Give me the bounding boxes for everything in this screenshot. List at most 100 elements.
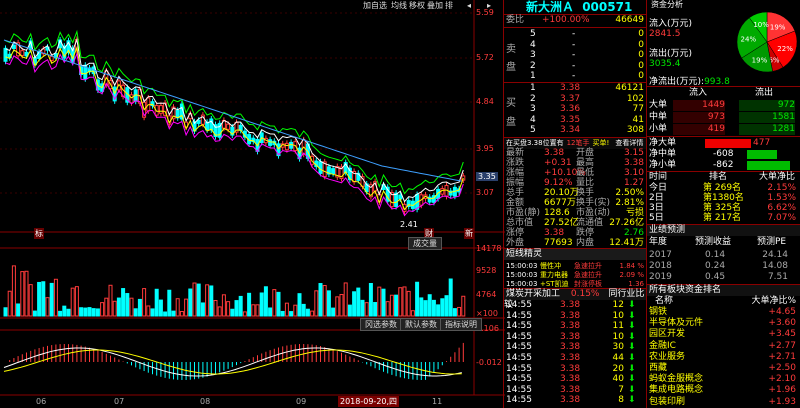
sector-name[interactable]: 蚂蚁金服概念: [649, 374, 703, 385]
forecast-year: 2018: [649, 261, 672, 271]
trade-time: 14:55: [506, 321, 532, 332]
stock-code: 000571: [582, 0, 633, 14]
indicator-button-2[interactable]: 指标说明: [440, 318, 482, 331]
sector-ratio: +3.60: [768, 318, 796, 329]
sell-price: -: [572, 29, 576, 39]
sell-level: 4: [530, 39, 536, 50]
price-tick: 5.72: [476, 53, 494, 62]
forecast-title: 业绩预测: [649, 225, 686, 235]
date-axis-label: 09: [296, 397, 307, 406]
inflow-value: 2841.5: [649, 29, 681, 39]
sec-row: 钢铁 +4.65: [647, 307, 800, 318]
buy-price: 3.34: [560, 125, 581, 135]
trade-price: 3.38: [560, 353, 581, 363]
buy-level: 5: [530, 125, 536, 135]
candlestick-chart[interactable]: [0, 0, 505, 408]
down-arrow-icon: ⬇: [628, 321, 636, 332]
buy-price: 3.35: [560, 114, 581, 125]
fc-row: 2019 0.45 7.51: [647, 272, 800, 283]
sell-price: -: [572, 60, 576, 71]
sector-ratio: +4.65: [768, 307, 796, 317]
buy-price: 3.36: [560, 104, 581, 114]
buy-volume: 46121: [615, 83, 644, 93]
trade-time: 14:55: [506, 342, 532, 353]
trade-volume: 20: [612, 363, 624, 374]
industry-tab[interactable]: 煤炭开采加工: [506, 289, 560, 299]
forecast-pe: 14.08: [762, 261, 788, 271]
sector-name[interactable]: 金融IC: [649, 341, 676, 352]
sec-row: 半导体及元件 +3.60: [647, 318, 800, 329]
trade-row: 14:55 3.38 11 ⬇: [504, 321, 646, 332]
flow-row: 中单 973 1581: [647, 112, 800, 123]
event-marker[interactable]: 新: [464, 228, 474, 239]
forecast-head-year: 年度: [649, 237, 668, 247]
flow-in-head: 流入: [689, 88, 708, 98]
volume-indicator-button[interactable]: 成交量: [408, 237, 442, 250]
sector-name[interactable]: 园区开发: [649, 329, 685, 340]
event-marker[interactable]: 标: [34, 228, 44, 239]
sector-name[interactable]: 西藏: [649, 363, 667, 374]
fc-row: 2018 0.24 14.08: [647, 261, 800, 272]
pie-slice-label: 19%: [752, 56, 768, 64]
net-flow-bar: [747, 150, 778, 159]
sell-price: -: [572, 71, 576, 81]
rank-value: 第 217名: [703, 213, 742, 223]
sector-ratio: +2.10: [768, 374, 796, 385]
date-axis-label: 08: [200, 397, 211, 406]
trade-volume: 30: [612, 342, 624, 353]
down-arrow-icon: ⬇: [628, 300, 636, 310]
trade-time: 14:55: [506, 384, 532, 395]
trade-row: 14:55 3.38 10 ⬇: [504, 332, 646, 343]
sector-name[interactable]: 钢铁: [649, 307, 667, 318]
date-axis-label: 11: [432, 397, 443, 406]
low-price-label: 2.41: [400, 220, 418, 229]
outflow-value: 3035.4: [649, 59, 681, 69]
buy-level: 3: [530, 104, 536, 114]
buy-volume: 308: [626, 125, 644, 135]
trade-row: 14:55 3.38 40 ⬇: [504, 374, 646, 385]
sector-name[interactable]: 半导体及元件: [649, 318, 703, 329]
sector-name[interactable]: 集成电路概念: [649, 385, 703, 396]
trade-row: 14:55 3.38 8 ⬇: [504, 395, 646, 406]
rank-head-rank: 排名: [709, 172, 728, 182]
sell-price: -: [572, 39, 576, 50]
trade-volume: 10: [612, 310, 624, 321]
net-flow-bar: [747, 161, 791, 170]
sell-row: 2 - 0: [504, 61, 646, 72]
sell-volume: 0: [638, 50, 644, 60]
buy-price: 3.38: [560, 83, 581, 93]
trade-volume: 12: [612, 300, 624, 310]
alerts-title: 短线精灵: [506, 249, 543, 259]
flow-label: 中单: [649, 112, 668, 122]
trade-price: 3.38: [560, 310, 581, 321]
fund-tab[interactable]: 资金分析: [647, 0, 800, 10]
pie-slice-label: 19%: [770, 23, 786, 31]
flow-row: 小单 419 1281: [647, 124, 800, 135]
sector-name[interactable]: 农业服务: [649, 352, 685, 363]
sell-level: 3: [530, 50, 536, 60]
sec-row: 包装印刷 +1.93: [647, 397, 800, 408]
rank-ratio: 7.07%: [767, 213, 796, 223]
trade-price: 3.38: [560, 374, 581, 385]
sector-name[interactable]: 包装印刷: [649, 397, 685, 408]
trade-volume: 44: [612, 353, 624, 363]
trade-price: 3.38: [560, 331, 581, 342]
net-row: 净中单 -608: [647, 149, 800, 160]
sector-ratio: +1.96: [768, 385, 796, 396]
trade-time: 14:55: [506, 331, 532, 342]
indicator-button-1[interactable]: 默认参数: [400, 318, 442, 331]
rank-row: 5日 第 217名 7.07%: [647, 213, 800, 224]
down-arrow-icon: ⬇: [628, 331, 636, 342]
pie-slice-label: 10%: [753, 21, 769, 29]
sec-row: 园区开发 +3.45: [647, 329, 800, 340]
buy-level: 4: [530, 114, 536, 125]
volume-tick: 9528: [476, 266, 497, 275]
flow-label: 小单: [649, 124, 668, 134]
last-price-tag: 3.35: [476, 172, 498, 181]
weibi-value: +100.00%: [542, 15, 590, 25]
sector-ratio: +3.45: [768, 329, 796, 340]
flow-out: 1281: [739, 124, 795, 135]
indicator-button-0[interactable]: 冈选参数: [360, 318, 402, 331]
sell-row: 4 - 0: [504, 40, 646, 51]
price-tick: 4.84: [476, 97, 494, 106]
